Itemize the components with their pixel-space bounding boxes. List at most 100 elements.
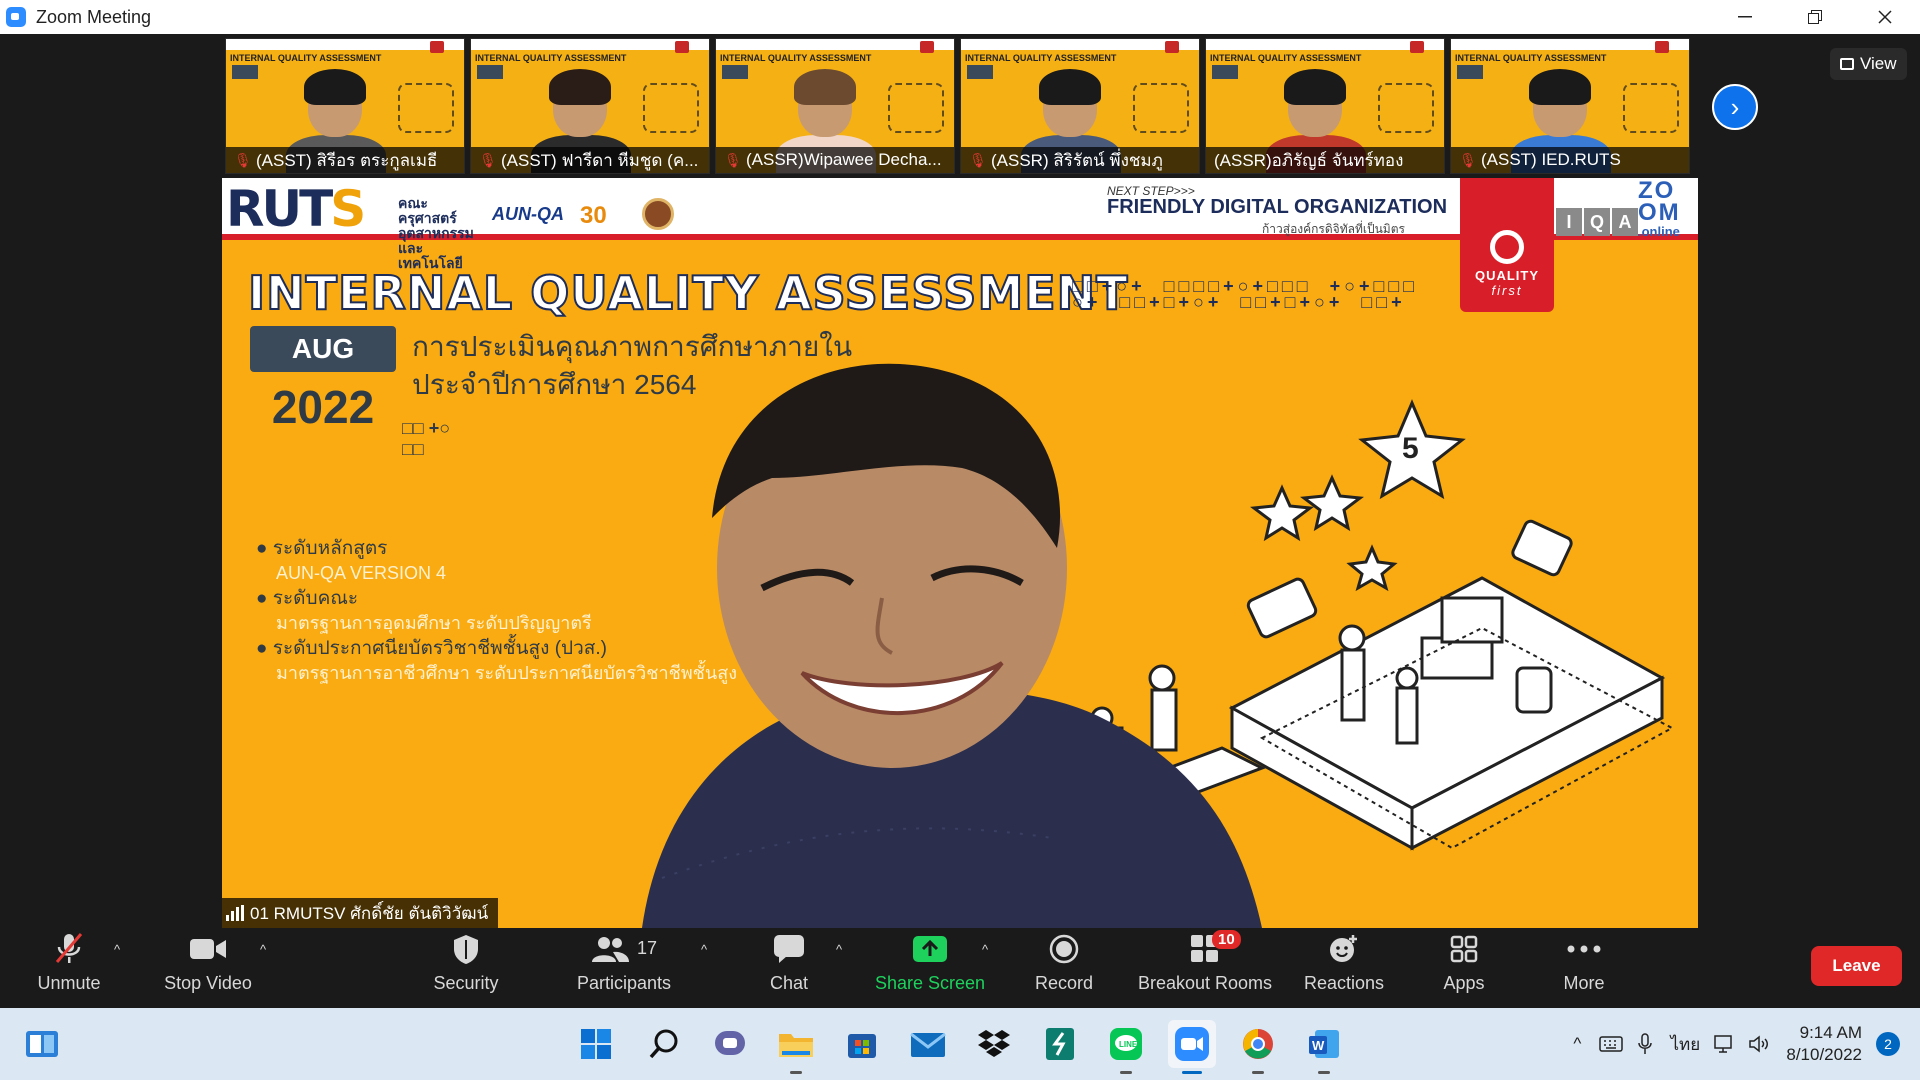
zoom-taskbar-button[interactable] xyxy=(1168,1020,1216,1074)
apps-label: Apps xyxy=(1443,973,1485,993)
keyboard-button[interactable] xyxy=(1594,1029,1628,1059)
participant-thumbnail[interactable]: INTERNAL QUALITY ASSESSMENT (ASSR)อภิรัญธ… xyxy=(1205,38,1445,174)
reactions-button[interactable]: Reactions xyxy=(1300,932,1388,1004)
participant-name: (ASST) ฟารีดา หีมชูด (ค... xyxy=(501,150,699,170)
online-text: .online xyxy=(1638,224,1680,239)
faculty-text: คณะครุศาสตร์อุตสาหกรรมและเทคโนโลยี xyxy=(398,195,474,271)
unmute-button[interactable]: Unmute xyxy=(26,932,112,1004)
record-button[interactable]: Record xyxy=(1031,932,1097,1004)
search-button[interactable] xyxy=(640,1020,688,1068)
start-button[interactable] xyxy=(572,1020,620,1068)
participant-thumbnail[interactable]: INTERNAL QUALITY ASSESSMENT 🎙︎ (ASST) สิรี… xyxy=(225,38,465,174)
input-language-button[interactable]: ไทย xyxy=(1662,1029,1708,1059)
participants-options-caret-icon[interactable]: ^ xyxy=(697,942,711,957)
month-label: AUG xyxy=(250,326,396,372)
sway-icon xyxy=(1046,1028,1074,1060)
restore-icon xyxy=(1808,10,1822,24)
breakout-rooms-button[interactable]: 10 Breakout Rooms xyxy=(1134,930,1276,1004)
active-speaker-video[interactable]: RUTS คณะครุศาสตร์อุตสาหกรรมและเทคโนโลยี … xyxy=(222,178,1698,928)
line-button[interactable]: LINE xyxy=(1102,1020,1150,1074)
mini-date-badge xyxy=(232,65,258,79)
participant-count: 17 xyxy=(636,938,658,958)
system-tray: ^ ไทย 9:14 AM 8/10/2022 2 xyxy=(1560,1008,1920,1080)
dropbox-button[interactable] xyxy=(970,1020,1018,1068)
view-button[interactable]: View xyxy=(1830,48,1907,80)
notifications-badge[interactable]: 2 xyxy=(1876,1032,1900,1056)
mini-slide-title: INTERNAL QUALITY ASSESSMENT xyxy=(1210,53,1362,63)
restore-button[interactable] xyxy=(1780,0,1850,34)
minimize-icon xyxy=(1738,16,1752,18)
more-button[interactable]: More xyxy=(1554,932,1614,1004)
show-hidden-icons-button[interactable]: ^ xyxy=(1560,1029,1594,1059)
participant-thumbnail[interactable]: INTERNAL QUALITY ASSESSMENT 🎙︎ (ASST) ฟารี… xyxy=(470,38,710,174)
participant-thumbnail[interactable]: INTERNAL QUALITY ASSESSMENT 🎙︎ (ASSR)Wipaw… xyxy=(715,38,955,174)
mini-slide-header xyxy=(1206,39,1444,53)
mini-slide-title: INTERNAL QUALITY ASSESSMENT xyxy=(1455,53,1607,63)
microphone-tray-button[interactable] xyxy=(1628,1029,1662,1059)
apps-icon xyxy=(1450,932,1478,965)
svg-text:LINE: LINE xyxy=(1119,1040,1138,1049)
participant-thumbnail[interactable]: INTERNAL QUALITY ASSESSMENT 🎙︎ (ASSR) สิริ… xyxy=(960,38,1200,174)
quality-first-badge: QUALITY first xyxy=(1460,178,1554,312)
participant-hair xyxy=(1039,69,1101,105)
aun-qa-logo: AUN-QA xyxy=(492,204,564,224)
iqa-letter-i: I xyxy=(1556,208,1582,236)
running-indicator xyxy=(1252,1071,1264,1074)
mini-slide-header xyxy=(226,39,464,53)
stop-video-button[interactable]: Stop Video xyxy=(158,932,258,1004)
audio-options-caret-icon[interactable]: ^ xyxy=(110,942,124,957)
mini-illustration xyxy=(1378,83,1434,133)
running-indicator xyxy=(1318,1071,1330,1074)
chat-options-caret-icon[interactable]: ^ xyxy=(832,942,846,957)
meeting-area: INTERNAL QUALITY ASSESSMENT 🎙︎ (ASST) สิรี… xyxy=(0,34,1920,928)
date-badge: AUG 2022 xyxy=(250,326,396,433)
share-options-caret-icon[interactable]: ^ xyxy=(978,942,992,957)
iqa-zoom-online-logo: I Q A ZO OM .online xyxy=(1556,179,1698,239)
chrome-button[interactable] xyxy=(1234,1020,1282,1074)
chat-bubble-icon xyxy=(773,932,805,965)
running-indicator xyxy=(790,1071,802,1074)
participants-button[interactable]: 17 Participants xyxy=(566,932,682,1004)
security-button[interactable]: Security xyxy=(420,932,512,1004)
more-label: More xyxy=(1563,973,1605,993)
widgets-button[interactable] xyxy=(18,1020,66,1068)
sway-button[interactable] xyxy=(1036,1020,1084,1068)
volume-button[interactable] xyxy=(1742,1029,1776,1059)
meeting-toolbar: Unmute ^ Stop Video ^ Security 17 Partic… xyxy=(0,928,1920,1008)
keyboard-icon xyxy=(1599,1036,1624,1052)
video-options-caret-icon[interactable]: ^ xyxy=(256,942,270,957)
participant-gallery-strip: INTERNAL QUALITY ASSESSMENT 🎙︎ (ASST) สิรี… xyxy=(225,38,1690,174)
zoom-logo-text: ZO OM xyxy=(1638,179,1681,225)
iqa-letter-a: A xyxy=(1612,208,1638,236)
university-seal-icon xyxy=(642,198,674,230)
word-button[interactable]: W xyxy=(1300,1020,1348,1074)
file-explorer-button[interactable] xyxy=(772,1020,820,1074)
chat-button[interactable]: Chat xyxy=(756,932,822,1004)
next-page-button[interactable]: › xyxy=(1712,84,1758,130)
teams-chat-button[interactable] xyxy=(706,1020,754,1068)
participant-hair xyxy=(549,69,611,105)
apps-button[interactable]: Apps xyxy=(1432,932,1496,1004)
close-button[interactable] xyxy=(1850,0,1920,34)
mail-button[interactable] xyxy=(904,1020,952,1068)
muted-mic-icon: 🎙︎ xyxy=(724,152,742,168)
record-label: Record xyxy=(1034,973,1094,993)
ruts-logo: RUTS xyxy=(226,180,366,238)
leave-button[interactable]: Leave xyxy=(1811,946,1902,986)
participant-hair xyxy=(1529,69,1591,105)
search-icon xyxy=(649,1029,678,1059)
share-screen-button[interactable]: Share Screen xyxy=(874,932,986,1004)
minimize-button[interactable] xyxy=(1710,0,1780,34)
word-icon: W xyxy=(1309,1030,1339,1058)
participants-icon: 17 xyxy=(591,932,657,965)
network-button[interactable] xyxy=(1708,1029,1742,1059)
line-icon: LINE xyxy=(1110,1028,1142,1060)
breakout-rooms-icon: 10 xyxy=(1190,930,1241,965)
clock-button[interactable]: 9:14 AM 8/10/2022 xyxy=(1786,1022,1862,1066)
mini-slide-title: INTERNAL QUALITY ASSESSMENT xyxy=(720,53,872,63)
muted-mic-icon: 🎙︎ xyxy=(969,152,987,168)
active-speaker-name-label: 01 RMUTSV ศักดิ์ชัย ตันติวิวัฒน์ xyxy=(222,898,499,928)
participant-thumbnail[interactable]: INTERNAL QUALITY ASSESSMENT 🎙︎ (ASST) IED.… xyxy=(1450,38,1690,174)
running-indicator xyxy=(1120,1071,1132,1074)
microsoft-store-button[interactable] xyxy=(838,1020,886,1068)
